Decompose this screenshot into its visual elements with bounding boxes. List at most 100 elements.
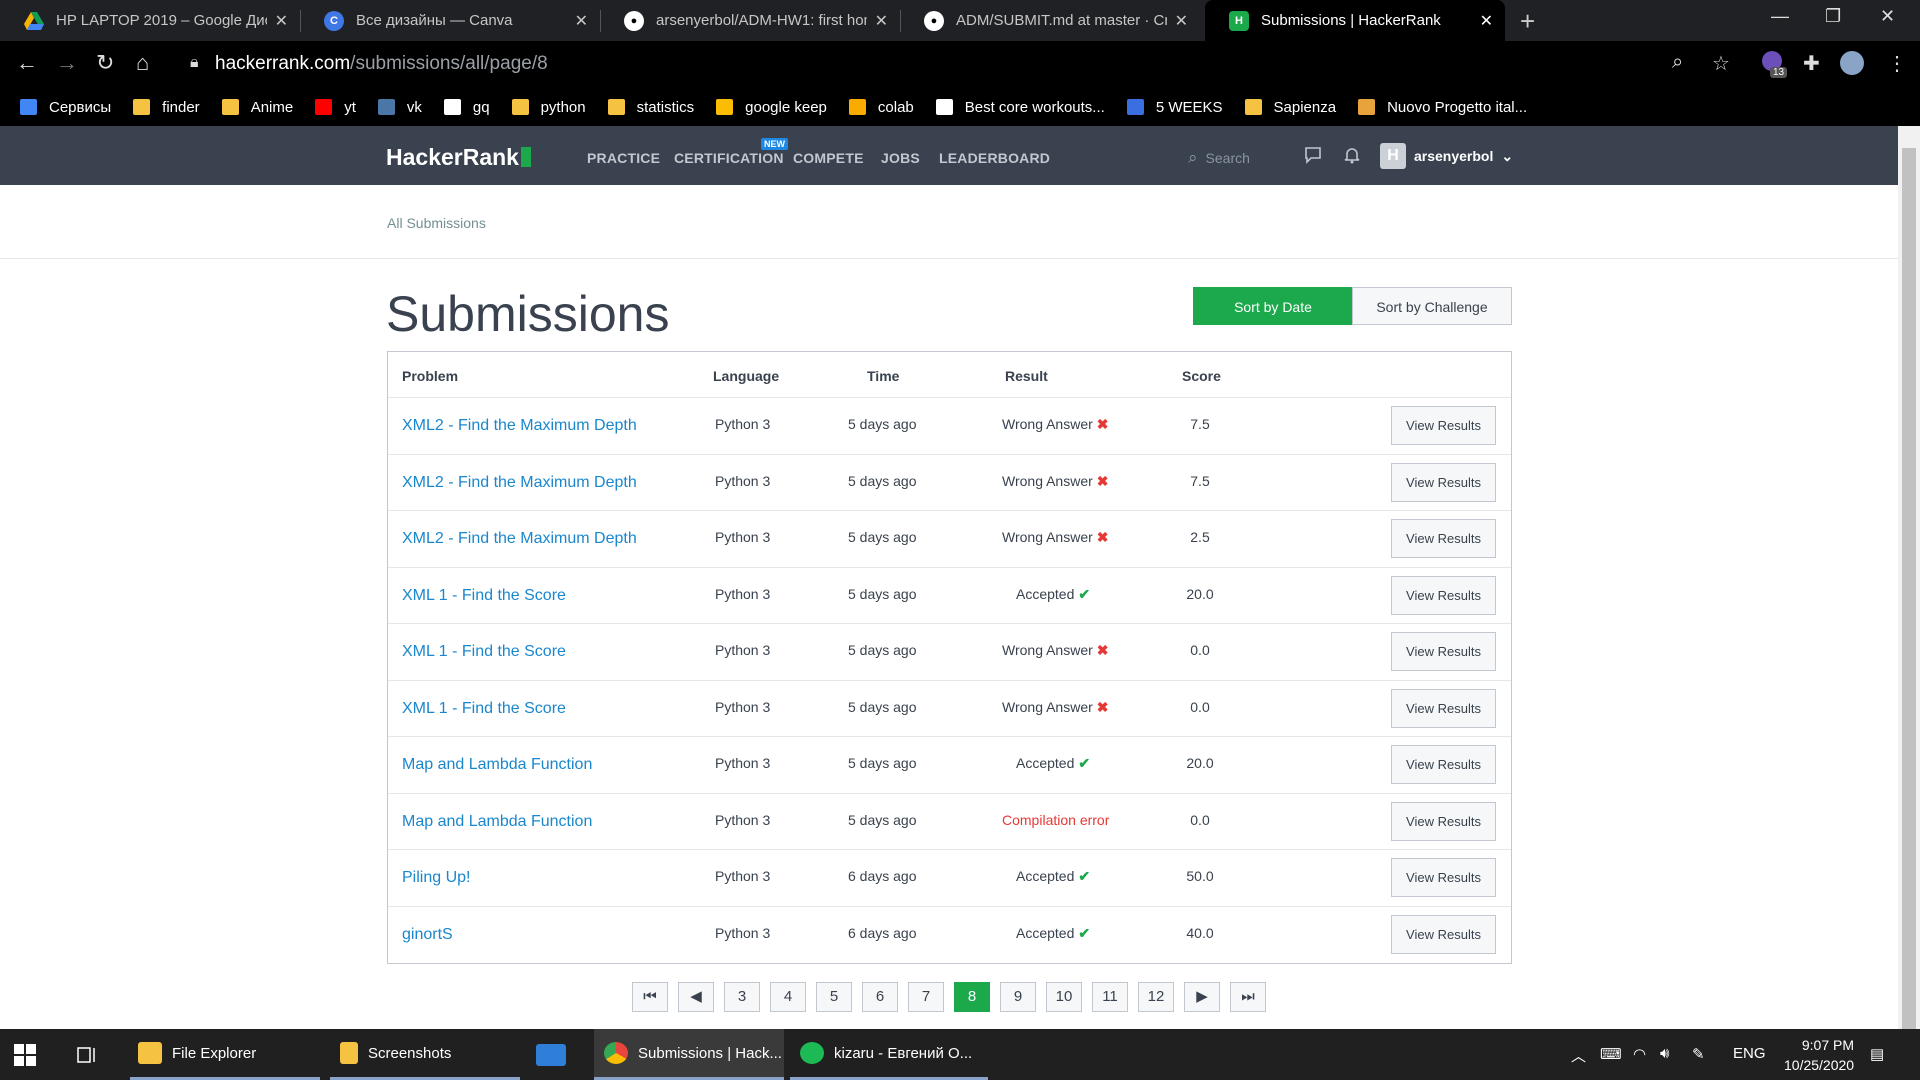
windows-start-icon[interactable] (14, 1029, 36, 1080)
problem-link[interactable]: Map and Lambda Function (402, 756, 592, 774)
sort-by-date-button[interactable]: Sort by Date (1193, 287, 1353, 325)
lock-icon[interactable]: 🔒︎ (190, 54, 199, 72)
bookmark-item[interactable]: Сервисы (20, 99, 111, 116)
page-button[interactable]: 8 (954, 982, 990, 1012)
view-results-button[interactable]: View Results (1391, 914, 1496, 954)
new-tab-icon[interactable]: + (1520, 6, 1535, 37)
extension-avatar-icon[interactable]: 13 (1762, 51, 1788, 78)
avatar[interactable]: H (1380, 143, 1406, 169)
notifications-icon[interactable]: ▤ (1870, 1045, 1884, 1063)
view-results-button[interactable]: View Results (1391, 632, 1496, 671)
bookmark-item[interactable]: yt (315, 99, 356, 116)
bookmark-item[interactable]: 5 WEEKS (1126, 99, 1223, 116)
scrollbar[interactable] (1898, 126, 1920, 1038)
notifications-bell-icon[interactable] (1343, 146, 1361, 169)
close-tab-icon[interactable]: ✕ (875, 11, 888, 31)
bookmark-item[interactable]: Best core workouts... (935, 99, 1105, 116)
view-results-button[interactable]: View Results (1391, 688, 1496, 728)
page-button[interactable]: 7 (908, 982, 944, 1012)
view-results-button[interactable]: View Results (1391, 575, 1496, 615)
view-results-button[interactable]: View Results (1391, 519, 1496, 558)
language-indicator[interactable]: ENG (1733, 1045, 1766, 1062)
view-results-button[interactable]: View Results (1391, 858, 1496, 897)
wifi-icon[interactable]: ◠ (1633, 1045, 1646, 1063)
restore-icon[interactable]: ❐ (1825, 6, 1841, 27)
task-view-icon[interactable] (76, 1029, 100, 1080)
bookmark-item[interactable]: vk (377, 99, 422, 116)
bookmark-item[interactable]: statistics (607, 99, 694, 116)
last-page-icon[interactable]: ⏭ (1230, 982, 1266, 1012)
problem-link[interactable]: XML2 - Find the Maximum Depth (402, 530, 637, 548)
page-button[interactable]: 3 (724, 982, 760, 1012)
messages-icon[interactable] (1304, 146, 1322, 169)
first-page-icon[interactable]: ⏮ (632, 982, 668, 1012)
sort-by-challenge-button[interactable]: Sort by Challenge (1352, 287, 1512, 325)
browser-tab-active[interactable]: H Submissions | HackerRank ✕ (1205, 0, 1505, 41)
problem-link[interactable]: XML2 - Find the Maximum Depth (402, 417, 637, 435)
keyboard-icon[interactable]: ⌨ (1600, 1045, 1622, 1063)
close-tab-icon[interactable]: ✕ (1175, 11, 1188, 31)
reload-icon[interactable]: ↻ (96, 50, 114, 76)
problem-link[interactable]: XML 1 - Find the Score (402, 643, 566, 661)
problem-link[interactable]: XML 1 - Find the Score (402, 587, 566, 605)
bookmark-item[interactable]: Anime (221, 99, 293, 116)
close-tab-icon[interactable]: ✕ (275, 11, 288, 31)
menu-kebab-icon[interactable]: ⋮ (1887, 51, 1907, 76)
forward-icon[interactable]: → (56, 50, 78, 76)
volume-icon[interactable]: 🔊︎ (1660, 1045, 1669, 1062)
browser-tab[interactable]: C Все дизайны — Canva ✕ (300, 0, 600, 41)
nav-practice[interactable]: PRACTICE (587, 150, 660, 166)
view-results-button[interactable]: View Results (1391, 745, 1496, 784)
browser-tab[interactable]: ● ADM/SUBMIT.md at master · Cri ✕ (900, 0, 1200, 41)
problem-link[interactable]: ginortS (402, 926, 453, 944)
taskbar-chrome[interactable]: Submissions | Hack... (594, 1029, 784, 1080)
nav-leaderboard[interactable]: LEADERBOARD (939, 150, 1050, 166)
problem-link[interactable]: XML 1 - Find the Score (402, 700, 566, 718)
page-button[interactable]: 11 (1092, 982, 1128, 1012)
bookmark-item[interactable]: colab (848, 99, 914, 116)
minimize-icon[interactable]: — (1771, 6, 1789, 27)
problem-link[interactable]: XML2 - Find the Maximum Depth (402, 474, 637, 492)
bookmark-item[interactable]: Sapienza (1244, 99, 1336, 116)
back-icon[interactable]: ← (16, 50, 38, 76)
username-menu[interactable]: arsenyerbol ⌄ (1414, 148, 1513, 165)
bookmark-item[interactable]: Nuovo Progetto ital... (1358, 99, 1527, 116)
scrollbar-thumb[interactable] (1902, 148, 1916, 1038)
bookmark-item[interactable]: google keep (716, 99, 827, 116)
close-tab-icon[interactable]: ✕ (1480, 11, 1493, 31)
bookmark-star-icon[interactable]: ☆ (1712, 51, 1730, 76)
search-input[interactable]: ⌕ Search (1188, 148, 1250, 168)
clock[interactable]: 9:07 PM 10/25/2020 (1784, 1035, 1854, 1075)
zoom-icon[interactable]: ⌕ (1672, 51, 1683, 74)
bookmark-item[interactable]: python (511, 99, 586, 116)
nav-jobs[interactable]: JOBS (881, 150, 920, 166)
next-page-icon[interactable]: ▶ (1184, 982, 1220, 1012)
breadcrumb-all-submissions[interactable]: All Submissions (387, 215, 486, 231)
close-tab-icon[interactable]: ✕ (575, 11, 588, 31)
nav-certification[interactable]: CERTIFICATION (674, 150, 784, 166)
page-button[interactable]: 4 (770, 982, 806, 1012)
page-button[interactable]: 6 (862, 982, 898, 1012)
nav-compete[interactable]: COMPETE (793, 150, 864, 166)
tray-chevron-up-icon[interactable]: ︿ (1571, 1045, 1586, 1066)
profile-avatar[interactable] (1840, 51, 1864, 81)
page-button[interactable]: 10 (1046, 982, 1082, 1012)
page-button[interactable]: 12 (1138, 982, 1174, 1012)
taskbar-screenshots[interactable]: Screenshots (330, 1029, 520, 1080)
bookmark-item[interactable]: finder (133, 99, 200, 116)
browser-tab[interactable]: HP LAPTOP 2019 – Google Диск ✕ (0, 0, 300, 41)
home-icon[interactable]: ⌂ (136, 50, 149, 76)
extensions-puzzle-icon[interactable]: ✚ (1803, 51, 1820, 76)
close-window-icon[interactable]: ✕ (1880, 6, 1895, 27)
page-button[interactable]: 5 (816, 982, 852, 1012)
prev-page-icon[interactable]: ◀ (678, 982, 714, 1012)
mail-icon[interactable] (536, 1029, 576, 1080)
address-bar[interactable]: hackerrank.com/submissions/all/page/8 (215, 53, 548, 75)
problem-link[interactable]: Piling Up! (402, 869, 470, 887)
view-results-button[interactable]: View Results (1391, 462, 1496, 502)
taskbar-spotify[interactable]: kizaru - Евгений О... (790, 1029, 988, 1080)
taskbar-file-explorer[interactable]: File Explorer (130, 1029, 320, 1080)
page-button[interactable]: 9 (1000, 982, 1036, 1012)
view-results-button[interactable]: View Results (1391, 406, 1496, 445)
hackerrank-logo[interactable]: HackerRank (386, 144, 531, 171)
